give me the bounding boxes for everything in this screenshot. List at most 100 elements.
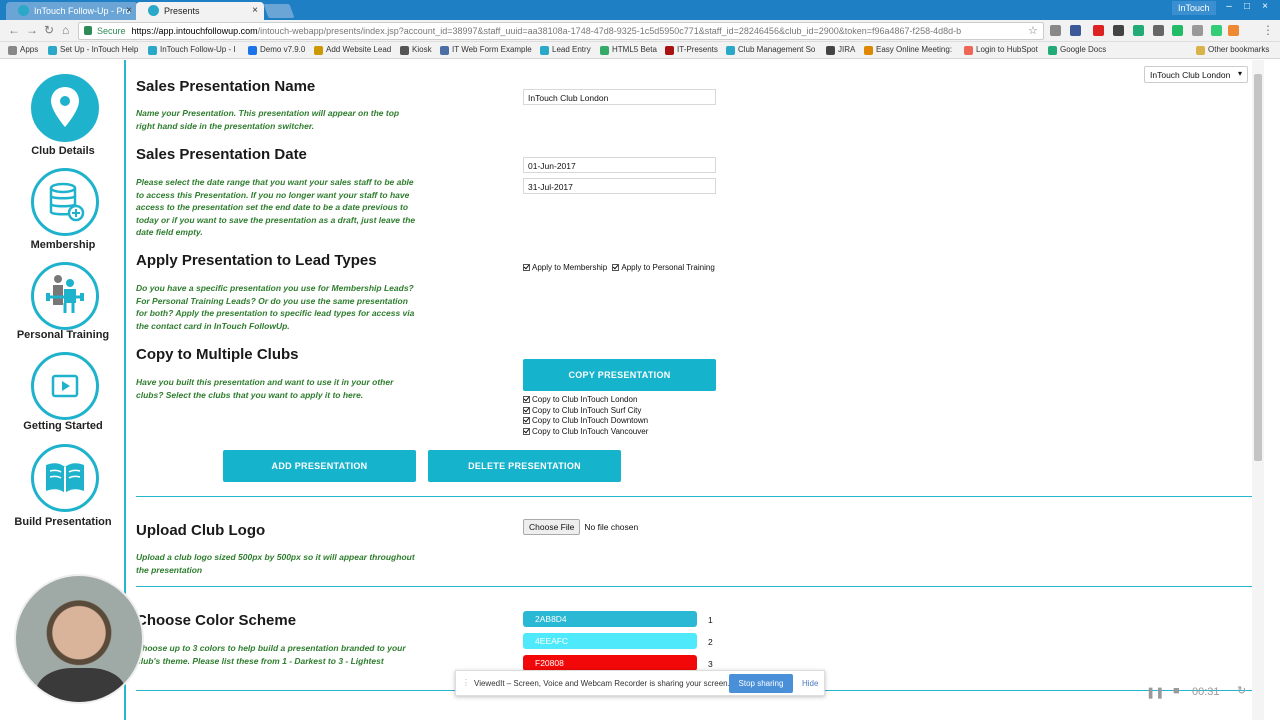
sidebar-item-personal-training[interactable]: Personal Training bbox=[0, 260, 126, 350]
bookmark-item[interactable]: IT-Presents bbox=[665, 45, 718, 55]
extension-icon[interactable] bbox=[1211, 25, 1222, 36]
name-help-text: Name your Presentation. This presentatio… bbox=[136, 108, 400, 131]
extension-icon[interactable] bbox=[1093, 25, 1104, 36]
trainer-icon bbox=[31, 262, 99, 330]
tab-presents[interactable]: Presents × bbox=[136, 2, 264, 20]
bookmark-apps[interactable]: Apps bbox=[8, 45, 38, 55]
reload-icon[interactable]: ↻ bbox=[44, 23, 54, 37]
bookmark-item[interactable]: Demo v7.9.0 bbox=[248, 45, 305, 55]
tab-title: InTouch Follow-Up - Pro bbox=[34, 6, 131, 16]
play-icon bbox=[31, 352, 99, 420]
drag-handle-icon[interactable]: ⋮ bbox=[462, 678, 470, 687]
name-section-title: Sales Presentation Name bbox=[136, 78, 316, 95]
extension-icon[interactable] bbox=[1070, 25, 1081, 36]
color-swatch-3[interactable]: F20808 bbox=[523, 655, 697, 671]
forward-icon[interactable]: → bbox=[26, 23, 38, 37]
profile-button[interactable]: InTouch bbox=[1172, 1, 1216, 15]
new-tab-button[interactable] bbox=[263, 4, 295, 18]
logo-section-title: Upload Club Logo bbox=[136, 522, 266, 539]
copy-club-checkbox[interactable] bbox=[523, 428, 530, 436]
bookmark-other[interactable]: Other bookmarks bbox=[1196, 45, 1269, 55]
bookmark-item[interactable]: Google Docs bbox=[1048, 45, 1106, 55]
window-close-icon[interactable]: × bbox=[1258, 1, 1272, 12]
sidebar-item-build-presentation[interactable]: Build Presentation bbox=[0, 444, 126, 534]
tab-title: Presents bbox=[164, 6, 200, 16]
copy-club-checkbox[interactable] bbox=[523, 396, 530, 404]
tab-intouch-followup[interactable]: InTouch Follow-Up - Pro × bbox=[6, 2, 138, 20]
stop-sharing-button[interactable]: Stop sharing bbox=[729, 674, 793, 693]
pause-icon[interactable]: ❚❚ bbox=[1146, 686, 1164, 699]
scrollbar-thumb[interactable] bbox=[1254, 74, 1262, 461]
url-path: /intouch-webapp/presents/index.jsp?accou… bbox=[257, 26, 962, 36]
copy-club-option[interactable]: Copy to Club InTouch Vancouver bbox=[523, 427, 648, 436]
book-icon bbox=[31, 444, 99, 512]
bookmark-item[interactable]: Easy Online Meeting: bbox=[864, 45, 952, 55]
close-icon[interactable]: × bbox=[126, 5, 132, 16]
copy-club-checkbox[interactable] bbox=[523, 417, 530, 425]
presentation-name-input[interactable]: InTouch Club London bbox=[523, 89, 716, 105]
bookmark-item[interactable]: Set Up - InTouch Help bbox=[48, 45, 138, 55]
sidebar-item-getting-started[interactable]: Getting Started bbox=[0, 350, 126, 440]
apply-membership-checkbox[interactable] bbox=[523, 264, 530, 272]
sidebar-item-label: Personal Training bbox=[16, 329, 110, 341]
extension-icon[interactable] bbox=[1050, 25, 1061, 36]
page-scrollbar[interactable] bbox=[1252, 60, 1264, 720]
copy-club-checkbox[interactable] bbox=[523, 407, 530, 415]
bookmark-item[interactable]: Login to HubSpot bbox=[964, 45, 1038, 55]
restart-icon[interactable]: ↻ bbox=[1237, 684, 1246, 697]
bookmark-item[interactable]: Lead Entry bbox=[540, 45, 591, 55]
bookmark-item[interactable]: Add Website Lead bbox=[314, 45, 391, 55]
color-rank: 1 bbox=[708, 615, 713, 625]
star-icon[interactable]: ☆ bbox=[1028, 24, 1038, 37]
copy-club-label: Copy to Club InTouch Downtown bbox=[532, 416, 649, 425]
color-swatch-2[interactable]: 4EEAFC bbox=[523, 633, 697, 649]
start-date-input[interactable]: 01-Jun-2017 bbox=[523, 157, 716, 173]
sidebar-item-membership[interactable]: Membership bbox=[0, 168, 126, 258]
map-pin-icon bbox=[31, 74, 99, 142]
copy-club-option[interactable]: Copy to Club InTouch Downtown bbox=[523, 416, 648, 425]
date-help-text: Please select the date range that you wa… bbox=[136, 177, 416, 237]
choose-file-button[interactable]: Choose File bbox=[523, 519, 581, 535]
bookmark-item[interactable]: Club Management So bbox=[726, 45, 815, 55]
extension-icon[interactable] bbox=[1192, 25, 1203, 36]
copy-club-option[interactable]: Copy to Club InTouch London bbox=[523, 395, 637, 404]
lock-icon bbox=[84, 26, 92, 35]
date-section-title: Sales Presentation Date bbox=[136, 146, 307, 163]
extension-icon[interactable] bbox=[1113, 25, 1124, 36]
extension-icon[interactable] bbox=[1172, 25, 1183, 36]
add-presentation-button[interactable]: ADD PRESENTATION bbox=[223, 450, 416, 482]
logo-help-text: Upload a club logo sized 500px by 500px … bbox=[136, 552, 415, 575]
club-select[interactable]: InTouch Club London ▾ bbox=[1144, 66, 1248, 83]
maximize-icon[interactable]: □ bbox=[1240, 1, 1254, 12]
bookmark-item[interactable]: IT Web Form Example bbox=[440, 45, 532, 55]
divider bbox=[136, 496, 1252, 497]
delete-presentation-button[interactable]: DELETE PRESENTATION bbox=[428, 450, 621, 482]
back-icon[interactable]: ← bbox=[8, 23, 20, 37]
bookmark-item[interactable]: HTML5 Beta bbox=[600, 45, 657, 55]
bookmark-item[interactable]: Kiosk bbox=[400, 45, 432, 55]
home-icon[interactable]: ⌂ bbox=[62, 23, 69, 37]
extension-icon[interactable] bbox=[1153, 25, 1164, 36]
hide-link[interactable]: Hide bbox=[802, 679, 818, 688]
copy-section-title: Copy to Multiple Clubs bbox=[136, 346, 299, 363]
menu-icon[interactable]: ⋮ bbox=[1262, 23, 1274, 37]
stop-icon[interactable]: ■ bbox=[1173, 685, 1180, 697]
extension-icon[interactable] bbox=[1228, 25, 1239, 36]
minimize-icon[interactable]: – bbox=[1222, 1, 1236, 12]
webcam-overlay bbox=[14, 574, 144, 704]
recording-timer: 00:31 bbox=[1192, 686, 1220, 698]
end-date-input[interactable]: 31-Jul-2017 bbox=[523, 178, 716, 194]
sidebar-item-label: Getting Started bbox=[23, 420, 103, 432]
extension-icon[interactable] bbox=[1133, 25, 1144, 36]
color-swatch-1[interactable]: 2AB8D4 bbox=[523, 611, 697, 627]
url-input[interactable]: Secure https://app.intouchfollowup.com/in… bbox=[78, 22, 1044, 40]
logo-file-input[interactable]: Choose File No file chosen bbox=[523, 519, 638, 535]
sidebar-item-club-details[interactable]: Club Details bbox=[0, 74, 126, 164]
copy-club-option[interactable]: Copy to Club InTouch Surf City bbox=[523, 406, 641, 415]
bookmark-item[interactable]: InTouch Follow-Up - I bbox=[148, 45, 236, 55]
close-icon[interactable]: × bbox=[252, 5, 258, 16]
color-rank: 2 bbox=[708, 637, 713, 647]
copy-presentation-button[interactable]: COPY PRESENTATION bbox=[523, 359, 716, 391]
bookmark-item[interactable]: JIRA bbox=[826, 45, 855, 55]
apply-pt-checkbox[interactable] bbox=[612, 264, 620, 272]
